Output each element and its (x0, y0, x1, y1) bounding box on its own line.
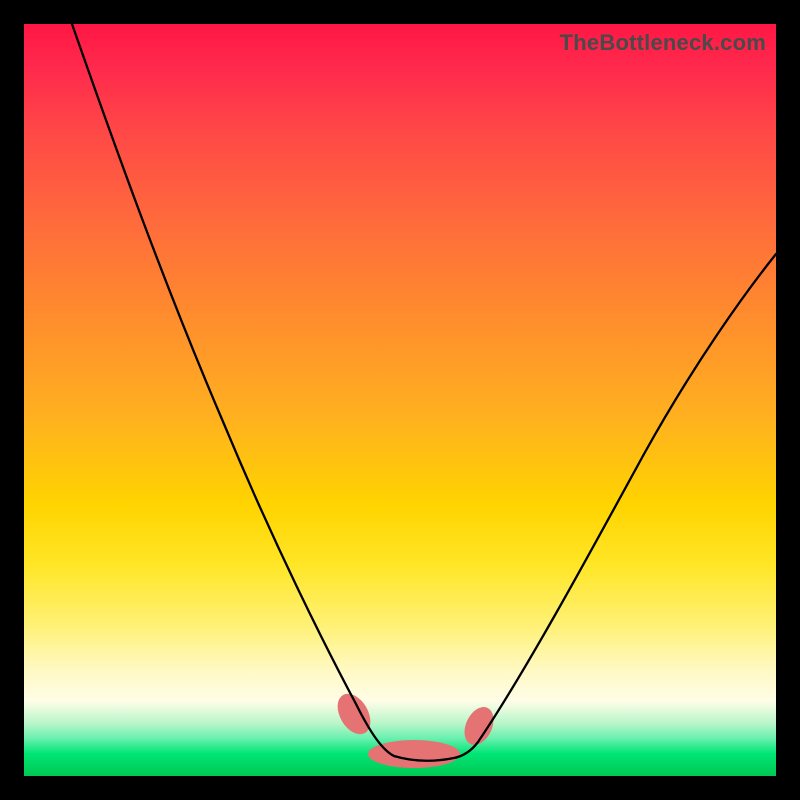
outer-frame: TheBottleneck.com (0, 0, 800, 800)
curve-left-branch (72, 24, 394, 756)
chart-svg (24, 24, 776, 776)
marker-blobs (331, 688, 499, 768)
marker-blob-left (331, 688, 377, 740)
plot-area: TheBottleneck.com (24, 24, 776, 776)
curve-right-branch (478, 254, 776, 742)
